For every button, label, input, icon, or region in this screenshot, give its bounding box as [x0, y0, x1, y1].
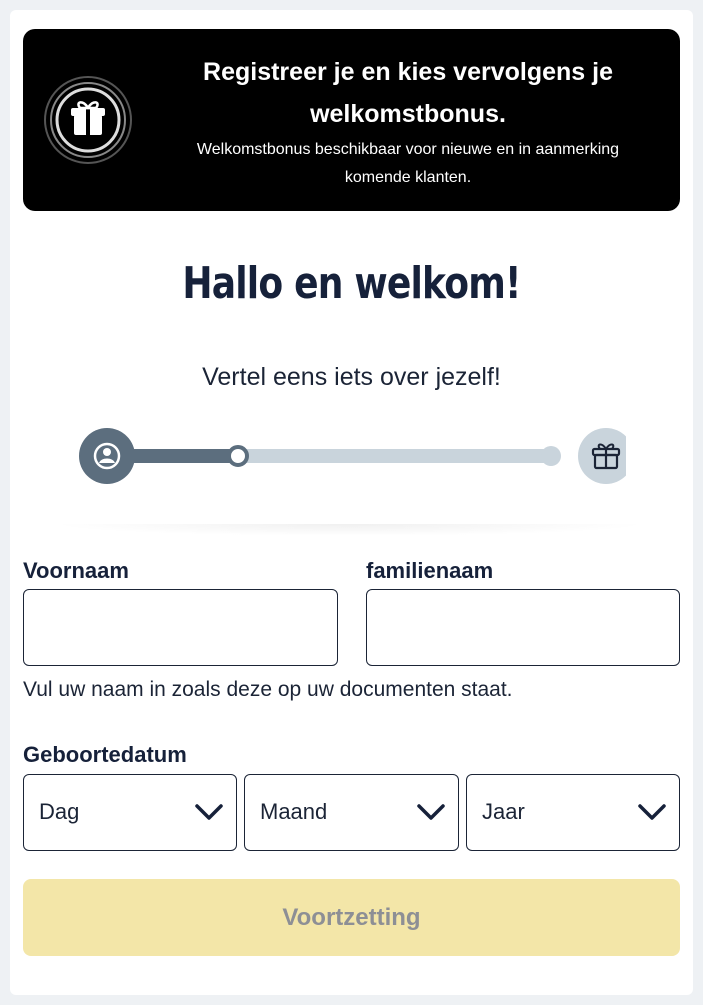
banner-subtitle: Welkomstbonus beschikbaar voor nieuwe en… [163, 136, 653, 192]
welcome-bonus-banner: Registreer je en kies vervolgens je welk… [23, 29, 680, 211]
year-select[interactable]: Jaar [466, 774, 680, 851]
continue-button[interactable]: Voortzetting [23, 879, 680, 956]
progress-marker [227, 445, 249, 467]
year-select-value: Jaar [482, 799, 525, 824]
first-name-field-wrapper [23, 589, 338, 666]
month-select[interactable]: Maand [244, 774, 459, 851]
day-select-value: Dag [39, 799, 80, 824]
progress-end-dot [541, 446, 561, 466]
banner-title-line-1: Registreer je en kies vervolgens je [203, 58, 613, 86]
day-select[interactable]: Dag [23, 774, 237, 851]
registration-card: Registreer je en kies vervolgens je welk… [10, 10, 693, 995]
page-subtitle: Vertel eens iets over jezelf! [202, 363, 501, 391]
divider [50, 524, 650, 536]
chevron-down-icon [638, 804, 666, 820]
chevron-down-icon [417, 804, 445, 820]
first-name-field[interactable] [24, 590, 337, 665]
last-name-label: familienaam [366, 558, 494, 583]
banner-title: Registreer je en kies vervolgens je welk… [163, 51, 653, 135]
progress-fill [128, 449, 238, 463]
last-name-field[interactable] [367, 590, 679, 665]
month-select-value: Maand [260, 799, 328, 824]
gift-icon [578, 428, 634, 484]
first-name-label: Voornaam [23, 558, 129, 583]
banner-subtitle-line-2: komende klanten. [344, 169, 472, 186]
chevron-down-icon [195, 804, 223, 820]
step-progress [78, 426, 634, 486]
gift-icon [43, 75, 133, 165]
birthdate-label: Geboortedatum [23, 742, 187, 767]
banner-subtitle-line-1: Welkomstbonus beschikbaar voor nieuwe en… [196, 141, 620, 158]
banner-title-line-2: welkomstbonus. [310, 100, 506, 128]
name-hint: Vul uw naam in zoals deze op uw document… [23, 678, 513, 701]
user-icon [79, 428, 135, 484]
page-title: Hallo en welkom! [182, 258, 521, 309]
last-name-field-wrapper [366, 589, 680, 666]
